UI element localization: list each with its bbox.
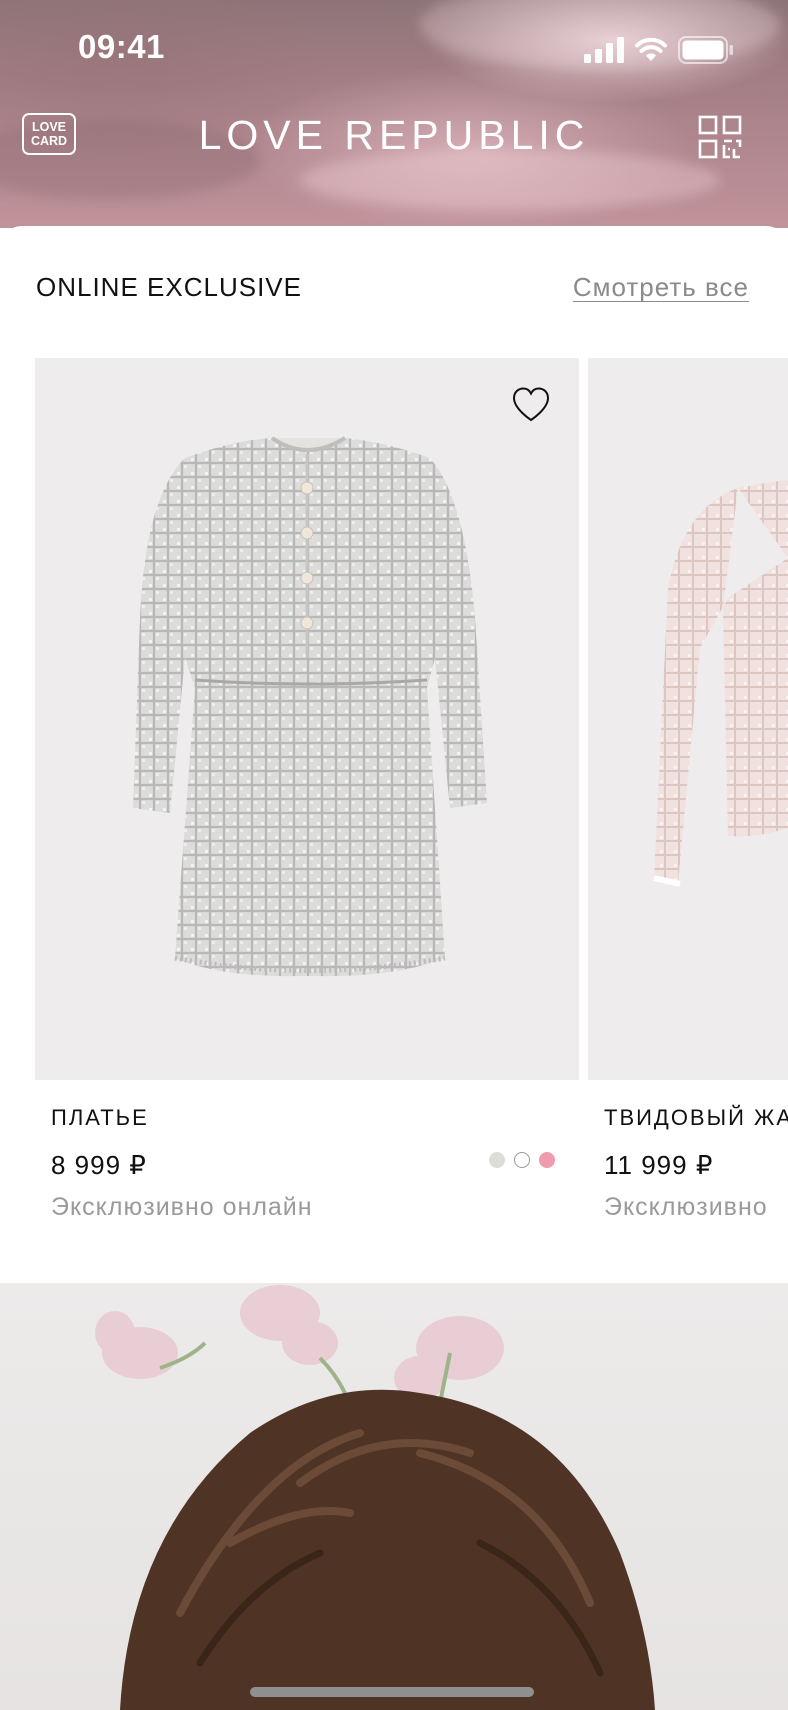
product-note: Эксклюзивно: [604, 1193, 768, 1221]
app-header: 09:41 LOVE CARD LOVE REPUBLIC: [0, 0, 788, 228]
see-all-link[interactable]: Смотреть все: [573, 272, 749, 303]
promo-banner[interactable]: [0, 1283, 788, 1710]
signal-icon: [584, 37, 624, 63]
qr-code-icon: [698, 115, 742, 159]
battery-icon: [678, 36, 733, 64]
product-note: Эксклюзивно онлайн: [51, 1193, 313, 1221]
qr-code-button[interactable]: [698, 115, 742, 159]
home-indicator: [250, 1687, 534, 1697]
favorite-button[interactable]: [511, 386, 551, 424]
promo-banner-image: [95, 1285, 655, 1710]
tweed-dress-image: [133, 436, 487, 977]
swatch-white[interactable]: [514, 1152, 530, 1168]
section-title: ONLINE EXCLUSIVE: [36, 272, 302, 302]
product-card[interactable]: ТВИДОВЫЙ ЖА 11 999 ₽ Эксклюзивно: [588, 358, 788, 1222]
heart-icon: [512, 387, 550, 422]
color-swatches: [489, 1152, 555, 1168]
product-image[interactable]: [35, 358, 579, 1080]
product-name: ПЛАТЬЕ: [51, 1105, 149, 1130]
online-exclusive-section: ONLINE EXCLUSIVE Смотреть все ПЛАТЬЕ 8 9…: [0, 226, 788, 1284]
brand-logo: LOVE REPUBLIC: [198, 112, 590, 158]
tweed-jacket-image: [653, 479, 788, 887]
status-time: 09:41: [78, 28, 165, 65]
product-name: ТВИДОВЫЙ ЖА: [604, 1105, 788, 1130]
wifi-icon: [635, 37, 667, 61]
product-image[interactable]: [588, 358, 788, 1080]
status-icons: [584, 34, 734, 66]
swatch-gray[interactable]: [489, 1152, 505, 1168]
swatch-pink[interactable]: [539, 1152, 555, 1168]
product-price: 11 999 ₽: [604, 1150, 714, 1180]
product-card[interactable]: ПЛАТЬЕ 8 999 ₽ Эксклюзивно онлайн: [35, 358, 579, 1222]
